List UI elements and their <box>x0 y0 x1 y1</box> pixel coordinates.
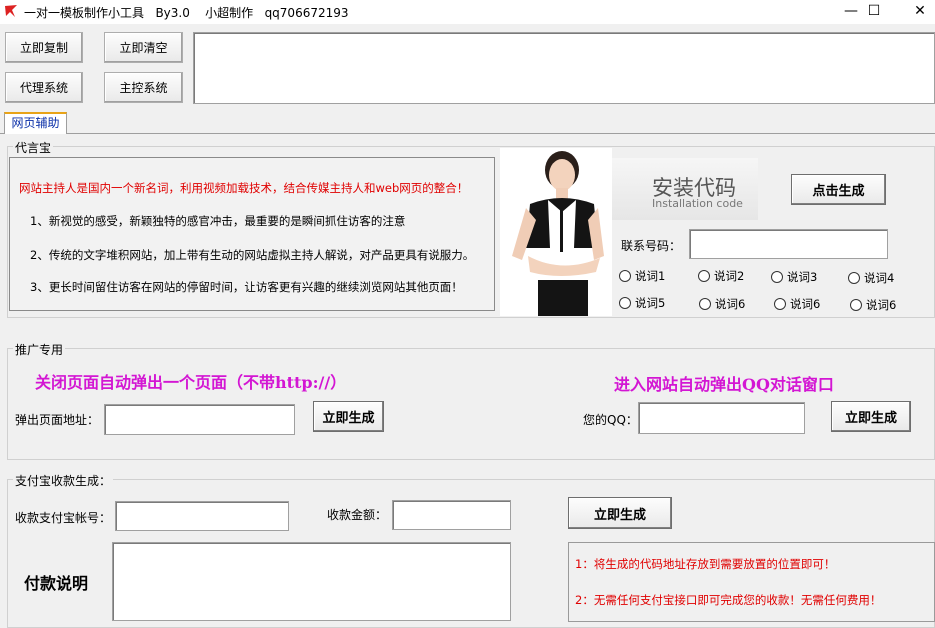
alipay-note-2: 2：无需任何支付宝接口即可完成您的收款！无需任何费用！ <box>575 593 882 607</box>
generate-install-code-button[interactable]: 点击生成 <box>791 174 886 205</box>
radio-icon <box>619 270 631 282</box>
radio-script-6a[interactable]: 说词6 <box>699 296 745 312</box>
radio-script-6b[interactable]: 说词6 <box>774 296 820 312</box>
popup-url-input[interactable] <box>104 404 295 435</box>
qq-generate-button[interactable]: 立即生成 <box>831 401 911 432</box>
radio-label: 说词1 <box>635 269 666 283</box>
clear-button[interactable]: 立即清空 <box>104 32 183 63</box>
title-bar: 一对一模板制作小工具 By3.0 小超制作 qq706672193 — ☐ ✕ <box>0 0 935 24</box>
tab-web-assist[interactable]: 网页辅助 <box>4 112 67 134</box>
radio-label: 说词4 <box>864 271 895 285</box>
radio-icon <box>848 272 860 284</box>
alipay-note-1: 1：将生成的代码地址存放到需要放置的位置即可！ <box>575 557 836 571</box>
master-system-button[interactable]: 主控系统 <box>104 72 183 103</box>
install-code-subtitle: Installation code <box>652 197 743 210</box>
alipay-notes-box: 1：将生成的代码地址存放到需要放置的位置即可！ 2：无需任何支付宝接口即可完成您… <box>568 542 935 622</box>
radio-script-6c[interactable]: 说词6 <box>850 297 896 313</box>
radio-icon <box>774 298 786 310</box>
popup-url-label: 弹出页面地址： <box>15 413 100 427</box>
radio-icon <box>698 270 710 282</box>
radio-label: 说词6 <box>715 297 746 311</box>
tab-web-assist-label: 网页辅助 <box>11 116 60 130</box>
alipay-amount-label: 收款金额： <box>327 508 388 522</box>
alipay-group-label: 支付宝收款生成： <box>13 472 114 489</box>
info-line-2: 2、传统的文字堆积网站，加上带有生动的网站虚拟主持人解说，对产品更具有说服力。 <box>30 248 475 262</box>
info-line-1: 1、新视觉的感受，新颖独特的感官冲击，最重要的是瞬间抓住访客的注意 <box>30 214 406 228</box>
alipay-amount-input[interactable] <box>392 500 511 530</box>
host-avatar-image <box>500 148 612 316</box>
qq-generate-label: 立即生成 <box>844 411 897 426</box>
clear-button-label: 立即清空 <box>119 41 168 55</box>
radio-label: 说词6 <box>866 298 897 312</box>
tab-divider <box>0 133 935 134</box>
radio-script-3[interactable]: 说词3 <box>771 269 817 285</box>
radio-icon <box>619 297 631 309</box>
popup-page-title: 关闭页面自动弹出一个页面（不带http://） <box>35 373 347 392</box>
qq-popup-title: 进入网站自动弹出QQ对话窗口 <box>614 375 834 394</box>
radio-label: 说词6 <box>790 297 821 311</box>
master-system-label: 主控系统 <box>119 81 168 95</box>
contact-number-input[interactable] <box>689 229 888 259</box>
qq-label: 您的QQ： <box>583 413 638 427</box>
daiyanbao-group-label: 代言宝 <box>13 139 54 156</box>
app-icon <box>5 5 17 17</box>
radio-script-1[interactable]: 说词1 <box>619 268 665 284</box>
info-line-3: 3、更长时间留住访客在网站的停留时间，让访客更有兴趣的继续浏览网站其他页面！ <box>30 280 463 294</box>
generate-install-code-label: 点击生成 <box>812 184 865 199</box>
popup-generate-label: 立即生成 <box>322 411 375 426</box>
copy-button-label: 立即复制 <box>19 41 68 55</box>
promo-group-label: 推广专用 <box>13 341 66 358</box>
radio-label: 说词3 <box>787 270 818 284</box>
payment-description-textarea[interactable] <box>112 542 511 621</box>
radio-script-2[interactable]: 说词2 <box>698 268 744 284</box>
proxy-system-button[interactable]: 代理系统 <box>5 72 83 103</box>
contact-number-label: 联系号码： <box>621 239 682 253</box>
install-code-image: 安装代码 Installation code <box>612 158 758 220</box>
window-title: 一对一模板制作小工具 By3.0 小超制作 qq706672193 <box>24 6 349 20</box>
alipay-generate-label: 立即生成 <box>593 507 646 523</box>
close-icon: ✕ <box>914 3 926 19</box>
output-textarea[interactable] <box>193 32 935 104</box>
radio-icon <box>850 299 862 311</box>
close-button[interactable]: ✕ <box>897 0 935 24</box>
radio-label: 说词5 <box>635 296 666 310</box>
popup-generate-button[interactable]: 立即生成 <box>313 401 384 432</box>
radio-script-4[interactable]: 说词4 <box>848 270 894 286</box>
radio-label: 说词2 <box>714 269 745 283</box>
payment-description-label: 付款说明 <box>24 574 89 593</box>
maximize-icon: ☐ <box>867 3 881 19</box>
alipay-generate-button[interactable]: 立即生成 <box>568 497 672 529</box>
radio-icon <box>771 271 783 283</box>
copy-button[interactable]: 立即复制 <box>5 32 83 63</box>
maximize-button[interactable]: ☐ <box>851 0 897 24</box>
radio-script-5[interactable]: 说词5 <box>619 295 665 311</box>
qq-input[interactable] <box>638 402 805 434</box>
radio-icon <box>699 298 711 310</box>
info-box: 网站主持人是国内一个新名词，利用视频加载技术，结合传媒主持人和web网页的整合！… <box>9 157 495 311</box>
info-headline: 网站主持人是国内一个新名词，利用视频加载技术，结合传媒主持人和web网页的整合！ <box>19 181 469 195</box>
alipay-account-input[interactable] <box>115 501 289 531</box>
proxy-system-label: 代理系统 <box>19 81 68 95</box>
alipay-account-label: 收款支付宝帐号： <box>15 511 112 525</box>
